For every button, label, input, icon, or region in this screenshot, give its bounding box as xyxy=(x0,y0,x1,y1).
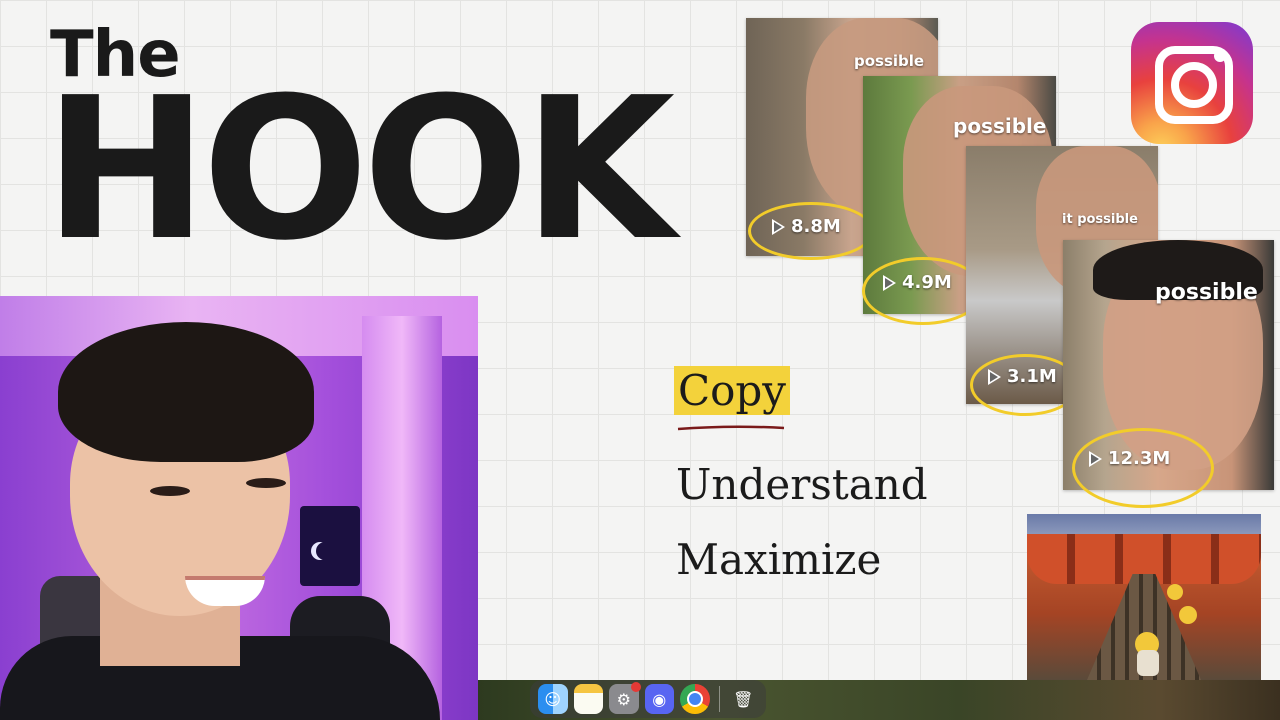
chrome-icon[interactable] xyxy=(680,684,710,714)
thumbnail-caption: it possible xyxy=(1062,212,1138,227)
step-understand: Understand xyxy=(676,460,928,509)
highlight-circle xyxy=(748,202,874,260)
gameplay-clip xyxy=(1027,514,1261,680)
highlight-circle xyxy=(1072,428,1214,508)
notification-badge xyxy=(630,682,641,692)
instagram-logo-icon xyxy=(1131,22,1253,144)
system-settings-icon[interactable]: ⚙ xyxy=(609,682,641,714)
thumbnail-caption: possible xyxy=(854,52,925,70)
step-maximize: Maximize xyxy=(676,535,882,584)
dock-separator xyxy=(718,686,720,712)
thumbnail-caption: possible xyxy=(1155,280,1258,305)
webcam-overlay xyxy=(0,296,478,720)
step-copy: Copy xyxy=(674,366,791,415)
moon-icon xyxy=(316,542,334,560)
title-hook: HOOK xyxy=(44,56,675,284)
discord-icon[interactable]: ◉ xyxy=(644,684,674,714)
finder-icon[interactable]: ☺ xyxy=(538,684,568,714)
trash-icon[interactable]: 🗑 xyxy=(728,684,758,714)
copy-underline xyxy=(677,425,785,431)
notes-icon[interactable] xyxy=(573,684,603,714)
thumbnail-caption: possible xyxy=(953,114,1047,138)
macos-dock: ☺ ⚙ ◉ 🗑 xyxy=(530,680,766,718)
video-frame: The HOOK possible 8.8M possible 4.9M it … xyxy=(0,0,1280,720)
